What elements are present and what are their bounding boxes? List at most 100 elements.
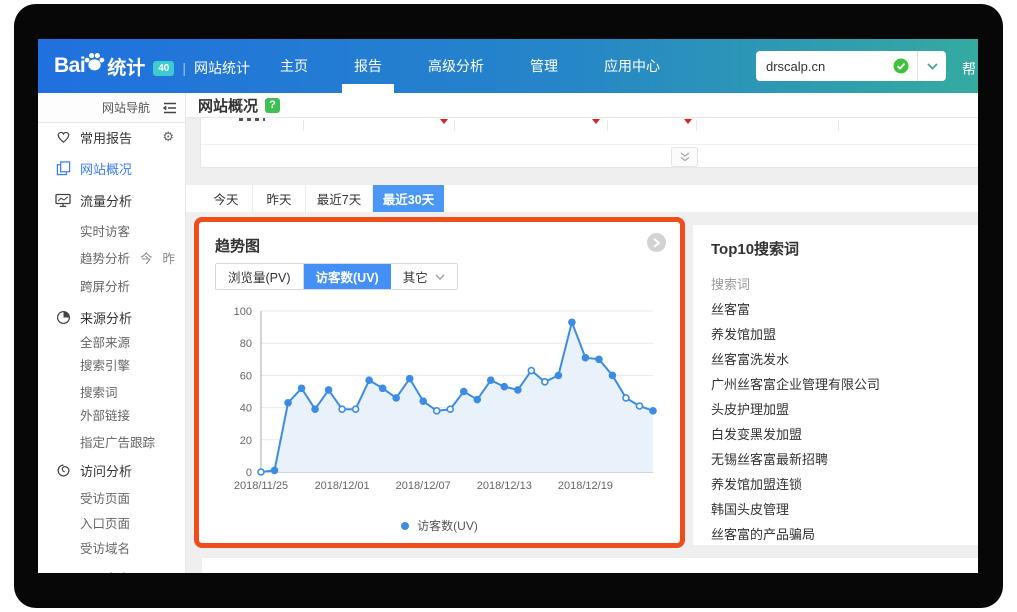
sidebar-item-realtime-visitors[interactable]: 实时访客 — [38, 218, 186, 242]
sidebar-item-entry-pages[interactable]: 入口页面 — [38, 510, 186, 534]
logo-separator: | — [182, 60, 186, 76]
sidebar-item-common-reports[interactable]: 常用报告 ⚙ — [38, 125, 186, 149]
metrics-summary-panel-clipped — [200, 118, 978, 168]
menu-reports[interactable]: 报告 — [346, 39, 390, 93]
date-range-tabs: 今天 昨天 最近7天 最近30天 — [186, 185, 978, 212]
sidebar-item-all-sources[interactable]: 全部来源 — [38, 329, 186, 353]
svg-text:100: 100 — [234, 306, 252, 318]
chevron-down-icon — [435, 274, 445, 280]
sidebar-item-search-terms[interactable]: 搜索词 — [38, 379, 186, 403]
search-term-item[interactable]: 无锡丝客富最新招聘 — [711, 447, 978, 472]
menu-management[interactable]: 管理 — [522, 39, 566, 93]
report-doc-icon — [55, 160, 71, 176]
toggle-other-metrics[interactable]: 其它 — [391, 264, 457, 289]
sidebar-item-search-engines[interactable]: 搜索引擎 — [38, 352, 186, 376]
metrics-column-divider — [838, 120, 839, 131]
search-term-item[interactable]: 养发馆加盟 — [711, 322, 978, 347]
top10-title: Top10搜索词 — [711, 238, 978, 259]
sidebar-item-external-links[interactable]: 外部链接 — [38, 402, 186, 426]
tab-yesterday[interactable]: 昨天 — [253, 185, 306, 212]
svg-text:2018/12/07: 2018/12/07 — [396, 480, 451, 492]
sidebar-item-traffic-analysis[interactable]: 流量分析 — [38, 188, 186, 212]
menu-home[interactable]: 主页 — [272, 39, 316, 93]
site-selector-value: drscalp.cn — [756, 59, 893, 74]
svg-text:0: 0 — [246, 467, 252, 479]
metrics-divider-line — [201, 144, 978, 145]
search-term-item[interactable]: 韩国头皮管理 — [711, 497, 978, 522]
trend-today-link[interactable]: 今 — [140, 248, 153, 267]
svg-text:20: 20 — [240, 435, 252, 447]
sidebar-item-source-analysis[interactable]: 来源分析 — [38, 305, 186, 329]
sidebar-item-cross-screen[interactable]: 跨屏分析 — [38, 273, 186, 297]
sidebar-item-visited-domains[interactable]: 受访域名 — [38, 535, 186, 559]
trend-chart-title: 趋势图 — [215, 235, 260, 256]
svg-text:40: 40 — [240, 403, 252, 415]
collapse-sidebar-icon[interactable] — [163, 102, 177, 114]
gear-icon[interactable]: ⚙ — [162, 129, 174, 145]
help-link[interactable]: 帮 — [962, 59, 976, 79]
svg-text:2018/12/13: 2018/12/13 — [477, 480, 532, 492]
tab-today[interactable]: 今天 — [200, 185, 253, 212]
baidu-tongji-logo[interactable]: Bai 统计 40 | 网站统计 — [54, 39, 250, 93]
top-nav: Bai 统计 40 | 网站统计 主页 报告 高级分析 管理 应用中心 drsc… — [38, 39, 978, 93]
sidebar-item-page-click-map[interactable]: 页面点击图 — [38, 565, 186, 573]
metrics-column-divider — [303, 120, 304, 131]
search-term-item[interactable]: 丝客富 — [711, 297, 978, 322]
top10-list: 丝客富养发馆加盟丝客富洗发水广州丝客富企业管理有限公司头皮护理加盟白发变黑发加盟… — [711, 297, 978, 547]
trend-more-arrow-icon[interactable] — [647, 233, 666, 252]
search-term-item[interactable]: 丝客富的产品骗局 — [711, 522, 978, 547]
sidebar-item-trend-analysis[interactable]: 趋势分析 今 昨 — [38, 245, 186, 269]
menu-app-center[interactable]: 应用中心 — [596, 39, 668, 93]
site-selector[interactable]: drscalp.cn — [756, 51, 946, 81]
search-term-item[interactable]: 白发变黑发加盟 — [711, 422, 978, 447]
svg-text:2018/11/25: 2018/11/25 — [234, 480, 288, 492]
sidebar-item-visit-analysis[interactable]: 访问分析 — [38, 458, 186, 482]
search-term-item[interactable]: 广州丝客富企业管理有限公司 — [711, 372, 978, 397]
metric-down-arrow-icon — [592, 119, 600, 124]
toggle-pageviews-pv[interactable]: 浏览量(PV) — [216, 264, 304, 289]
browser-content: Bai 统计 40 | 网站统计 主页 报告 高级分析 管理 应用中心 drsc… — [38, 39, 978, 573]
tab-last-30-days[interactable]: 最近30天 — [373, 185, 444, 212]
pie-chart-icon — [55, 309, 71, 325]
help-question-badge[interactable]: ? — [265, 98, 280, 113]
search-term-item[interactable]: 头皮护理加盟 — [711, 397, 978, 422]
top10-column-header: 搜索词 — [711, 272, 978, 297]
trend-yesterday-link[interactable]: 昨 — [163, 248, 176, 267]
verified-check-icon — [893, 58, 909, 74]
metrics-column-divider — [607, 120, 608, 131]
legend-dot-icon — [401, 522, 409, 530]
metrics-column-divider — [454, 120, 455, 131]
metric-down-arrow-icon — [684, 119, 692, 124]
product-name: 网站统计 — [194, 58, 250, 78]
page-header: 网站概况 ? — [186, 93, 978, 118]
top10-search-terms-panel: Top10搜索词 搜索词 丝客富养发馆加盟丝客富洗发水广州丝客富企业管理有限公司… — [693, 225, 978, 545]
monitor-chart-icon — [55, 192, 71, 208]
search-term-item[interactable]: 养发馆加盟连锁 — [711, 472, 978, 497]
expand-metrics-button[interactable] — [671, 147, 698, 167]
highlight-annotation-box: 趋势图 浏览量(PV) 访客数(UV) 其它 0 20 40 60 80 100 2018/… — [194, 217, 685, 548]
search-term-item[interactable]: 丝客富洗发水 — [711, 347, 978, 372]
logo-text-suffix: 统计 — [107, 53, 145, 80]
toggle-visitors-uv[interactable]: 访客数(UV) — [304, 264, 391, 289]
main-menu: 主页 报告 高级分析 管理 应用中心 — [272, 39, 668, 93]
menu-advanced-analytics[interactable]: 高级分析 — [420, 39, 492, 93]
svg-text:80: 80 — [240, 338, 252, 350]
logo-text: Bai — [54, 54, 85, 78]
metrics-column-divider — [696, 120, 697, 131]
chart-legend: 访客数(UV) — [199, 517, 680, 534]
svg-text:60: 60 — [240, 370, 252, 382]
sidebar-item-site-overview[interactable]: 网站概况 — [38, 156, 186, 180]
spiral-icon — [55, 462, 71, 478]
sidebar-item-ad-tracking[interactable]: 指定广告跟踪 — [38, 429, 186, 453]
svg-text:2018/12/01: 2018/12/01 — [315, 480, 370, 492]
version-badge: 40 — [153, 61, 174, 76]
chevron-down-icon[interactable] — [918, 63, 946, 70]
page-title: 网站概况 — [198, 95, 258, 116]
heart-icon — [55, 129, 71, 145]
next-panel-clipped — [202, 558, 978, 573]
trend-chart[interactable]: 0 20 40 60 80 100 2018/11/25 2018/12/01 2018/12/… — [215, 306, 665, 504]
clipped-metric-text — [239, 118, 265, 121]
metric-down-arrow-icon — [440, 119, 448, 124]
sidebar-item-visited-pages[interactable]: 受访页面 — [38, 485, 186, 509]
tab-last-7-days[interactable]: 最近7天 — [306, 185, 373, 212]
